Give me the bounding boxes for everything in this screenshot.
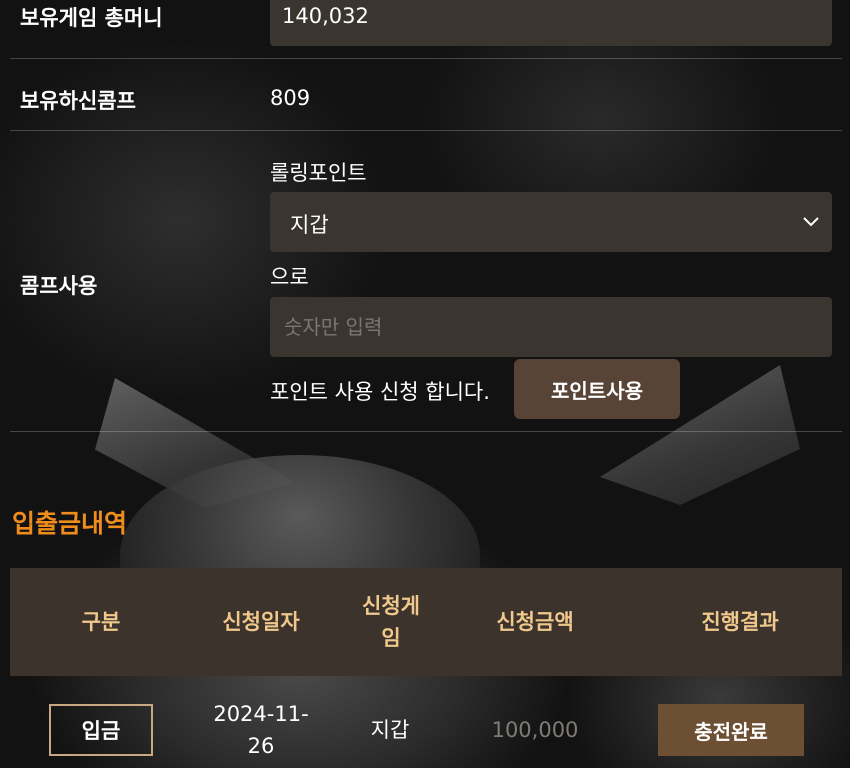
row-amount: 100,000 [491,718,579,742]
point-use-button[interactable]: 포인트사용 [514,359,680,419]
chevron-down-icon [803,217,819,227]
money-label: 보유게임 총머니 [20,6,163,30]
type-badge: 입금 [49,704,153,756]
divider [10,130,842,131]
header-result: 진행결과 [701,610,779,634]
header-date: 신청일자 [222,610,300,634]
comp-label: 보유하신콤프 [20,89,136,113]
history-title: 입출금내역 [12,509,128,538]
comp-row: 보유하신콤프 809 [0,58,850,130]
rolling-point-label: 롤링포인트 [270,161,367,185]
divider [10,431,842,432]
result-badge: 충전완료 [658,704,804,756]
header-game: 신청게임 [362,594,420,650]
point-amount-input[interactable] [270,297,832,357]
header-type: 구분 [81,610,121,634]
request-text: 포인트 사용 신청 합니다. [270,380,490,404]
money-value: 140,032 [282,4,369,28]
history-table-header: 구분 신청일자 신청게임 신청금액 진행결과 [10,568,842,676]
money-row: 보유게임 총머니 140,032 [0,0,850,58]
comp-value: 809 [270,86,311,110]
wallet-select[interactable]: 지갑 [270,192,832,252]
header-amount: 신청금액 [496,610,574,634]
row-game: 지갑 [370,718,410,742]
wallet-select-value: 지갑 [290,213,329,237]
money-value-box: 140,032 [270,0,832,46]
comp-use-label: 콤프사용 [20,274,98,298]
to-label: 으로 [270,265,309,289]
row-date: 2024-11-26 [213,702,309,758]
